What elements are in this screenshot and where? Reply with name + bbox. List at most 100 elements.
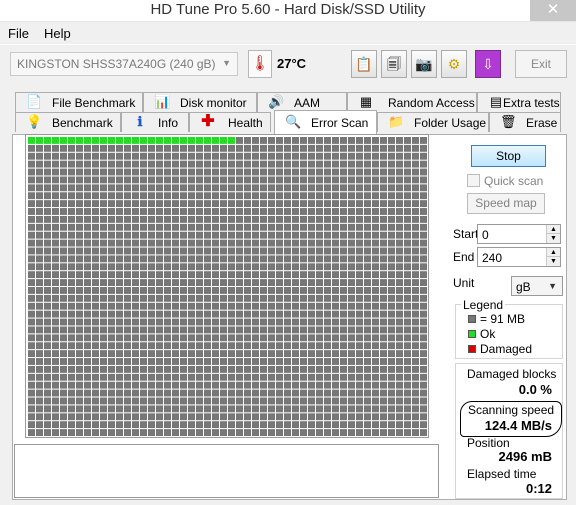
block-unscanned	[364, 397, 371, 405]
block-unscanned	[44, 334, 51, 342]
tab-extra-tests[interactable]: ▤ Extra tests	[477, 92, 561, 112]
block-unscanned	[84, 239, 91, 247]
tab-benchmark[interactable]: 💡 Benchmark	[15, 112, 121, 132]
block-unscanned	[316, 326, 323, 334]
block-unscanned	[300, 160, 307, 168]
block-unscanned	[252, 421, 259, 429]
stop-button[interactable]: Stop	[471, 145, 546, 167]
end-stepper[interactable]: ▲ ▼	[546, 248, 560, 266]
block-unscanned	[356, 160, 363, 168]
block-unscanned	[284, 334, 291, 342]
block-unscanned	[420, 287, 427, 294]
block-unscanned	[284, 365, 291, 373]
close-window-button[interactable]: ✕	[530, 0, 576, 21]
block-unscanned	[412, 421, 419, 429]
block-unscanned	[220, 271, 227, 279]
block-unscanned	[68, 326, 75, 334]
block-unscanned	[164, 168, 171, 176]
block-unscanned	[28, 373, 35, 381]
block-unscanned	[36, 318, 43, 326]
exit-button[interactable]: Exit	[515, 50, 567, 78]
menu-file[interactable]: File	[8, 26, 29, 41]
block-unscanned	[308, 160, 315, 168]
spin-up-icon[interactable]: ▲	[547, 225, 560, 234]
tab-aam[interactable]: 🔊 AAM	[257, 92, 347, 112]
block-unscanned	[404, 373, 411, 381]
block-unscanned	[84, 176, 91, 184]
tab-erase[interactable]: 🗑 Erase	[489, 112, 561, 132]
block-unscanned	[260, 389, 267, 397]
block-unscanned	[420, 389, 427, 397]
block-unscanned	[260, 429, 267, 436]
tab-info[interactable]: ℹ Info	[121, 112, 189, 132]
block-unscanned	[52, 192, 59, 200]
block-unscanned	[332, 215, 339, 223]
block-unscanned	[188, 271, 195, 279]
block-unscanned	[340, 137, 347, 144]
start-stepper[interactable]: ▲ ▼	[546, 225, 560, 243]
block-unscanned	[204, 429, 211, 436]
quick-scan-checkbox[interactable]	[467, 174, 480, 187]
block-unscanned	[420, 405, 427, 413]
block-unscanned	[276, 358, 283, 365]
block-unscanned	[268, 168, 275, 176]
spin-down-icon[interactable]: ▼	[547, 257, 560, 266]
tab-file-benchmark[interactable]: 📄 File Benchmark	[15, 92, 143, 112]
block-unscanned	[148, 271, 155, 279]
block-unscanned	[300, 310, 307, 318]
block-unscanned	[140, 342, 147, 350]
block-unscanned	[188, 421, 195, 429]
block-unscanned	[204, 397, 211, 405]
tab-folder-usage[interactable]: 📁 Folder Usage	[377, 112, 489, 132]
block-unscanned	[164, 421, 171, 429]
block-unscanned	[116, 184, 123, 192]
block-unscanned	[324, 279, 331, 286]
block-unscanned	[356, 302, 363, 310]
end-input[interactable]: 240 ▲ ▼	[477, 247, 561, 267]
block-unscanned	[356, 144, 363, 152]
tab-label: Folder Usage	[414, 116, 487, 130]
unit-select[interactable]: gB ▼	[511, 276, 563, 296]
block-unscanned	[68, 318, 75, 326]
block-unscanned	[388, 176, 395, 184]
block-unscanned	[52, 373, 59, 381]
menu-file-label: File	[8, 26, 29, 41]
drive-select[interactable]: KINGSTON SHSS37A240G (240 gB) ▼	[10, 52, 238, 76]
copy-screenshot-button[interactable]: 🗐	[381, 50, 407, 78]
block-unscanned	[156, 413, 163, 421]
block-unscanned	[244, 381, 251, 389]
block-unscanned	[260, 287, 267, 294]
block-unscanned	[68, 215, 75, 223]
block-unscanned	[124, 365, 131, 373]
block-unscanned	[196, 215, 203, 223]
tab-random-access[interactable]: ▦ Random Access	[347, 92, 477, 112]
block-unscanned	[268, 310, 275, 318]
block-unscanned	[300, 429, 307, 436]
block-unscanned	[308, 263, 315, 271]
block-unscanned	[276, 365, 283, 373]
block-unscanned	[412, 223, 419, 231]
speed-map-button[interactable]: Speed map	[467, 193, 545, 214]
info-icon: ℹ	[137, 114, 143, 129]
save-button[interactable]: ⇩	[475, 50, 501, 78]
tab-health[interactable]: ✚ Health	[189, 112, 271, 132]
block-unscanned	[196, 271, 203, 279]
block-unscanned	[68, 381, 75, 389]
block-unscanned	[276, 176, 283, 184]
block-unscanned	[228, 358, 235, 365]
options-button[interactable]: ⚙	[441, 50, 467, 78]
spin-down-icon[interactable]: ▼	[547, 234, 560, 243]
block-unscanned	[52, 397, 59, 405]
block-unscanned	[140, 152, 147, 160]
copy-text-button[interactable]: 📋	[351, 50, 377, 78]
block-unscanned	[292, 310, 299, 318]
screenshot-button[interactable]: 📷	[411, 50, 437, 78]
menu-help[interactable]: Help	[44, 26, 71, 41]
tab-error-scan[interactable]: 🔍 Error Scan	[274, 110, 377, 134]
block-unscanned	[108, 208, 115, 215]
spin-up-icon[interactable]: ▲	[547, 248, 560, 257]
tab-disk-monitor[interactable]: 📊 Disk monitor	[143, 92, 257, 112]
block-unscanned	[92, 365, 99, 373]
block-unscanned	[324, 294, 331, 302]
start-input[interactable]: 0 ▲ ▼	[477, 224, 561, 244]
